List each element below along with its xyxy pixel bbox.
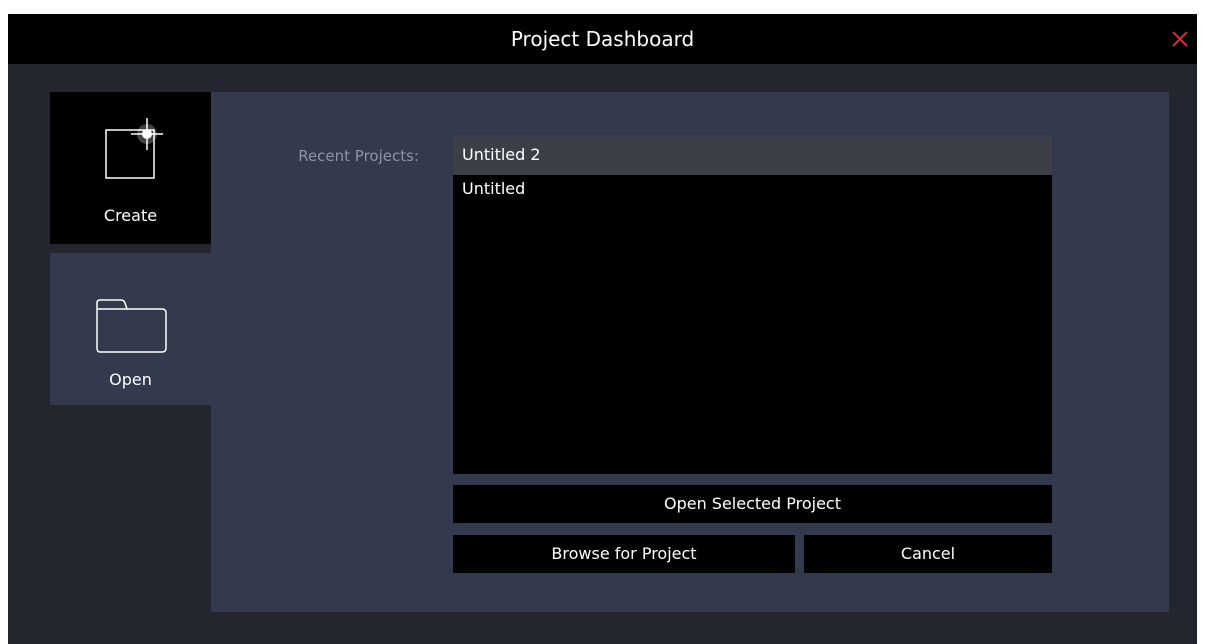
folder-icon	[50, 297, 211, 355]
list-item[interactable]: Untitled	[453, 179, 1052, 207]
title-bar: Project Dashboard	[8, 14, 1197, 64]
close-button[interactable]	[1163, 24, 1197, 54]
browse-for-project-button[interactable]: Browse for Project	[453, 535, 795, 573]
recent-projects-list[interactable]: Untitled 2 Untitled	[453, 135, 1052, 474]
close-icon	[1172, 31, 1188, 47]
project-dashboard-window: Project Dashboard Create Open Recent Pro…	[8, 14, 1197, 644]
tab-create-label: Create	[103, 206, 158, 225]
tab-create[interactable]: Create	[50, 92, 211, 244]
cancel-button[interactable]: Cancel	[804, 535, 1052, 573]
tab-open-label: Open	[109, 370, 152, 389]
open-selected-project-button[interactable]: Open Selected Project	[453, 485, 1052, 523]
list-item[interactable]: Untitled 2	[453, 135, 1052, 175]
screen: Project Dashboard Create Open Recent Pro…	[0, 0, 1205, 644]
window-title: Project Dashboard	[510, 27, 695, 51]
open-project-panel: Recent Projects: Untitled 2 Untitled Ope…	[211, 92, 1169, 612]
recent-projects-label: Recent Projects:	[298, 147, 419, 165]
tab-open[interactable]: Open	[50, 253, 211, 405]
new-project-sparkle-icon	[50, 118, 211, 186]
